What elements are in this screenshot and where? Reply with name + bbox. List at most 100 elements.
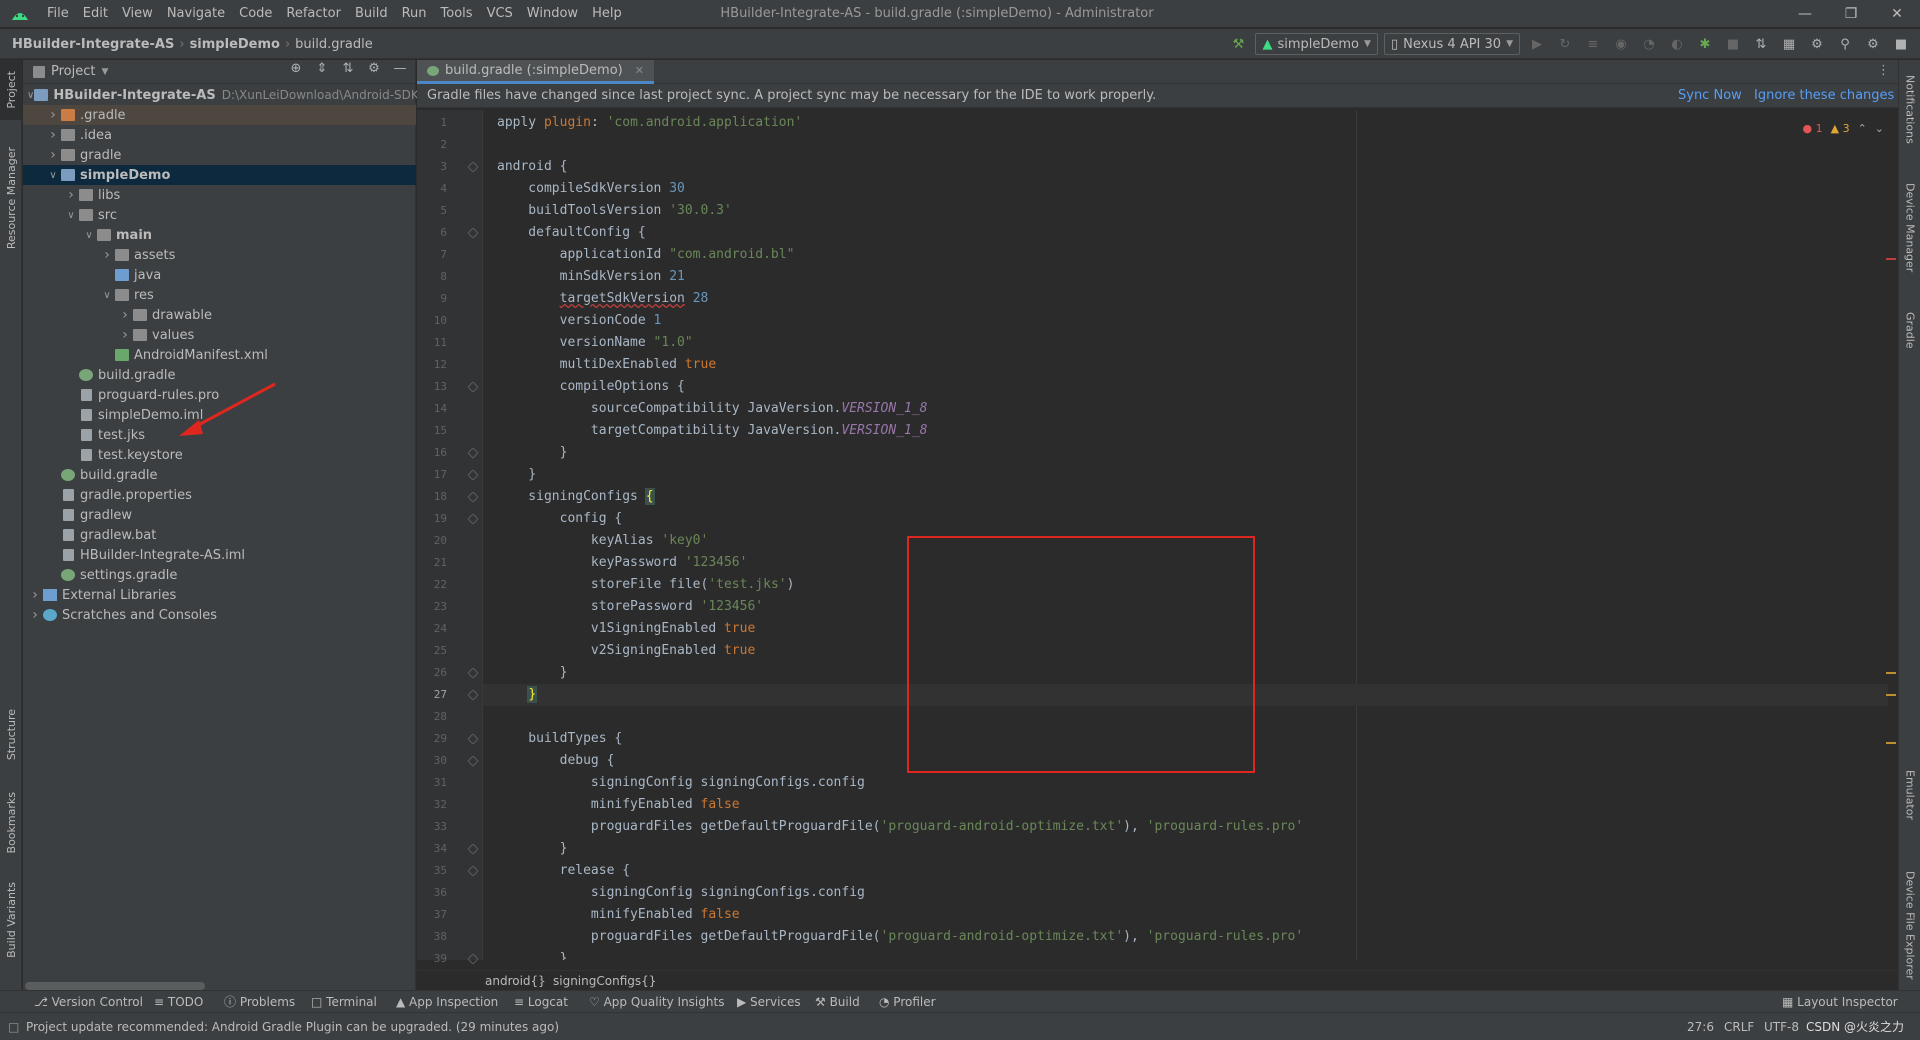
run-icon[interactable]: ▶ [1526, 33, 1548, 55]
tree-item[interactable]: ∨ main [23, 225, 416, 245]
line-number[interactable]: 17 [417, 464, 447, 486]
settings-gear-icon[interactable]: ⚙ [365, 61, 383, 76]
code-line[interactable]: minifyEnabled false [483, 794, 1888, 816]
line-number[interactable]: 23 [417, 596, 447, 618]
debug-icon[interactable]: ◉ [1610, 33, 1632, 55]
breadcrumb-module[interactable]: simpleDemo [190, 37, 280, 52]
fold-marker-icon[interactable] [467, 227, 479, 239]
fold-marker-icon[interactable] [467, 491, 479, 503]
menu-navigate[interactable]: Navigate [160, 0, 232, 28]
tab-gradle[interactable]: Gradle [1899, 300, 1920, 360]
caret-position[interactable]: 27:6 [1687, 1013, 1714, 1040]
tree-item[interactable]: HBuilder-Integrate-AS.iml [23, 545, 416, 565]
more-vertical-icon[interactable]: ⋮ [1877, 63, 1890, 78]
close-icon[interactable]: ✕ [1874, 0, 1920, 28]
code-line[interactable]: v2SigningEnabled true [483, 640, 1888, 662]
expand-all-icon[interactable]: ⇕ [313, 61, 331, 76]
coverage-icon[interactable]: ◐ [1666, 33, 1688, 55]
device-select[interactable]: ▯ Nexus 4 API 30 ▼ [1383, 33, 1520, 55]
fold-marker-icon[interactable] [467, 865, 479, 877]
code-line[interactable]: keyAlias 'key0' [483, 530, 1888, 552]
code-line[interactable]: } [483, 684, 1888, 706]
line-number[interactable]: 35 [417, 860, 447, 882]
line-number[interactable]: 30 [417, 750, 447, 772]
code-line[interactable]: } [483, 948, 1888, 960]
code-line[interactable]: buildTypes { [483, 728, 1888, 750]
tool-problems[interactable]: ⓘ Problems [224, 991, 295, 1013]
code-line[interactable]: applicationId "com.android.bl" [483, 244, 1888, 266]
tree-item[interactable]: gradle.properties [23, 485, 416, 505]
code-line[interactable]: } [483, 662, 1888, 684]
code-line[interactable]: minifyEnabled false [483, 904, 1888, 926]
code-line[interactable]: signingConfig signingConfigs.config [483, 772, 1888, 794]
tool-todo[interactable]: ≡ TODO [154, 991, 203, 1013]
line-number[interactable]: 19 [417, 508, 447, 530]
hide-panel-icon[interactable]: — [391, 61, 409, 76]
code-line[interactable]: keyPassword '123456' [483, 552, 1888, 574]
code-line[interactable]: debug { [483, 750, 1888, 772]
code-line[interactable]: } [483, 838, 1888, 860]
menu-tools[interactable]: Tools [434, 0, 480, 28]
menu-window[interactable]: Window [520, 0, 585, 28]
stop-icon[interactable]: ■ [1722, 33, 1744, 55]
line-number[interactable]: 18 [417, 486, 447, 508]
tab-build-variants[interactable]: Build Variants [0, 875, 22, 965]
line-number[interactable]: 12 [417, 354, 447, 376]
tool-version-control[interactable]: ⎇ Version Control [34, 991, 143, 1013]
error-marker[interactable] [1886, 258, 1896, 260]
fold-marker-icon[interactable] [467, 667, 479, 679]
code-line[interactable]: apply plugin: 'com.android.application' [483, 112, 1888, 134]
line-number[interactable]: 22 [417, 574, 447, 596]
chevron-down-icon[interactable]: ∨ [63, 210, 79, 221]
settings-gear-icon[interactable]: ⚙ [1862, 33, 1884, 55]
fold-marker-icon[interactable] [467, 161, 479, 173]
code-line[interactable]: compileSdkVersion 30 [483, 178, 1888, 200]
tree-item[interactable]: › drawable [23, 305, 416, 325]
fold-marker-icon[interactable] [467, 447, 479, 459]
tab-device-file-explorer[interactable]: Device File Explorer [1899, 850, 1920, 1000]
tree-item[interactable]: › libs [23, 185, 416, 205]
chevron-right-icon[interactable]: › [45, 107, 61, 123]
code-line[interactable]: release { [483, 860, 1888, 882]
menu-file[interactable]: File [40, 0, 76, 28]
tree-item[interactable]: build.gradle [23, 465, 416, 485]
fold-marker-icon[interactable] [467, 381, 479, 393]
warning-marker[interactable] [1886, 742, 1896, 744]
fold-marker-icon[interactable] [467, 953, 479, 965]
tool-profiler[interactable]: ◔ Profiler [879, 991, 936, 1013]
ignore-changes-link[interactable]: Ignore these changes [1754, 84, 1894, 108]
code-line[interactable] [483, 706, 1888, 728]
close-tab-icon[interactable]: ✕ [635, 64, 644, 77]
tab-device-manager[interactable]: Device Manager [1899, 170, 1920, 285]
code-line[interactable]: minSdkVersion 21 [483, 266, 1888, 288]
fold-marker-icon[interactable] [467, 513, 479, 525]
line-number[interactable]: 4 [417, 178, 447, 200]
tree-item[interactable]: ∨ res [23, 285, 416, 305]
line-number[interactable]: 21 [417, 552, 447, 574]
tree-item[interactable]: ∨ HBuilder-Integrate-AS D:\XunLeiDownload\… [23, 85, 431, 105]
tab-resource-manager[interactable]: Resource Manager [0, 138, 22, 258]
tree-item[interactable]: ∨ src [23, 205, 416, 225]
code-line[interactable]: buildToolsVersion '30.0.3' [483, 200, 1888, 222]
tree-item[interactable]: › .gradle [23, 105, 416, 125]
chevron-right-icon[interactable]: › [117, 307, 133, 323]
code-line[interactable]: versionName "1.0" [483, 332, 1888, 354]
chevron-right-icon[interactable]: › [45, 127, 61, 143]
chevron-right-icon[interactable]: › [27, 587, 43, 603]
code-line[interactable]: targetCompatibility JavaVersion.VERSION_… [483, 420, 1888, 442]
line-number[interactable]: 10 [417, 310, 447, 332]
event-log-icon[interactable]: □ [8, 1013, 19, 1040]
code-line[interactable]: storePassword '123456' [483, 596, 1888, 618]
line-number[interactable]: 6 [417, 222, 447, 244]
tree-item[interactable]: › Scratches and Consoles [23, 605, 416, 625]
code-editor[interactable]: apply plugin: 'com.android.application' a… [483, 110, 1888, 960]
tree-item[interactable]: gradlew.bat [23, 525, 416, 545]
apply-code-changes-icon[interactable]: ≡ [1582, 33, 1604, 55]
line-number[interactable]: 7 [417, 244, 447, 266]
attach-debugger-icon[interactable]: ✱ [1694, 33, 1716, 55]
line-number[interactable]: 26 [417, 662, 447, 684]
code-line[interactable]: v1SigningEnabled true [483, 618, 1888, 640]
warning-marker[interactable] [1886, 672, 1896, 674]
fold-marker-icon[interactable] [467, 469, 479, 481]
tree-item[interactable]: test.jks [23, 425, 416, 445]
